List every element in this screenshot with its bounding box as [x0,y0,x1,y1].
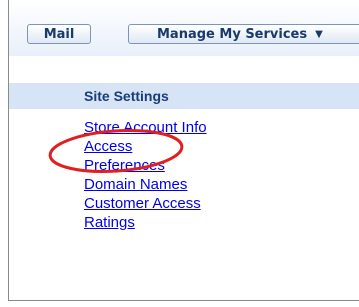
top-nav-bar: Mail Manage My Services ▼ [9,0,359,56]
list-item: Preferences [84,157,207,176]
mail-tab[interactable]: Mail [27,24,91,44]
list-item: Ratings [84,214,207,233]
access-link[interactable]: Access [84,138,132,155]
ratings-link[interactable]: Ratings [84,214,135,231]
manage-services-label: Manage My Services [157,27,308,42]
store-account-info-link[interactable]: Store Account Info [84,119,207,136]
page-frame: Mail Manage My Services ▼ Site Settings S… [8,0,359,301]
settings-links-list: Store Account Info Access Preferences Do… [84,119,207,233]
list-item: Access [84,138,207,157]
domain-names-link[interactable]: Domain Names [84,176,187,193]
preferences-link[interactable]: Preferences [84,157,165,174]
manage-services-tab[interactable]: Manage My Services ▼ [128,24,359,44]
list-item: Domain Names [84,176,207,195]
list-item: Store Account Info [84,119,207,138]
chevron-down-icon[interactable]: ▼ [315,25,323,45]
site-settings-header: Site Settings [9,83,359,109]
list-item: Customer Access [84,195,207,214]
mail-tab-label: Mail [43,27,75,42]
section-title: Site Settings [84,88,169,104]
customer-access-link[interactable]: Customer Access [84,195,201,212]
